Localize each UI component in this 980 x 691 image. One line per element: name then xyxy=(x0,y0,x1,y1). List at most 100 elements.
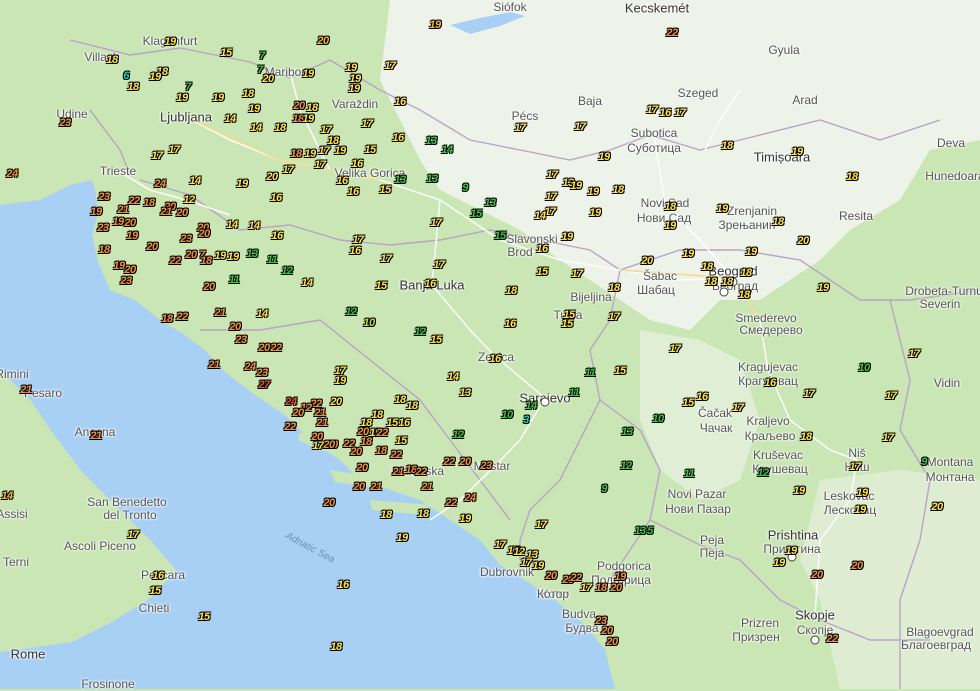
temperature-marker[interactable]: 20 xyxy=(851,560,863,572)
temperature-marker[interactable]: 14 xyxy=(525,400,537,412)
temperature-marker[interactable]: 18 xyxy=(612,184,624,196)
temperature-marker[interactable]: 17 xyxy=(384,60,396,72)
temperature-marker[interactable]: 17 xyxy=(127,529,139,541)
temperature-marker[interactable]: 15 xyxy=(379,184,391,196)
temperature-marker[interactable]: 17 xyxy=(574,121,586,133)
temperature-marker[interactable]: 18 xyxy=(772,216,784,228)
temperature-marker[interactable]: 17 xyxy=(312,440,324,452)
temperature-marker[interactable]: 17 xyxy=(535,519,547,531)
temperature-marker[interactable]: 19 xyxy=(164,36,176,48)
temperature-marker[interactable]: 12 xyxy=(452,429,464,441)
temperature-marker[interactable]: 19 xyxy=(113,260,125,272)
temperature-marker[interactable]: 16 xyxy=(489,353,501,365)
temperature-marker[interactable]: 21 xyxy=(316,417,328,429)
temperature-marker[interactable]: 20 xyxy=(124,217,136,229)
temperature-marker[interactable]: 21 xyxy=(208,359,220,371)
temperature-marker[interactable]: 20 xyxy=(293,100,305,112)
temperature-marker[interactable]: 14 xyxy=(226,219,238,231)
temperature-marker[interactable]: 15 xyxy=(561,318,573,330)
temperature-marker[interactable]: 20 xyxy=(459,456,471,468)
temperature-marker[interactable]: 23 xyxy=(480,460,492,472)
temperature-marker[interactable]: 12 xyxy=(183,194,195,206)
temperature-marker[interactable]: 18 xyxy=(330,641,342,653)
temperature-marker[interactable]: 17 xyxy=(908,348,920,360)
temperature-marker[interactable]: 20 xyxy=(606,636,618,648)
temperature-marker[interactable]: 12 xyxy=(757,467,769,479)
temperature-marker[interactable]: 15 xyxy=(430,334,442,346)
temperature-marker[interactable]: 18 xyxy=(290,148,302,160)
temperature-marker[interactable]: 19 xyxy=(791,146,803,158)
temperature-marker[interactable]: 18 xyxy=(143,197,155,209)
temperature-marker[interactable]: 18 xyxy=(738,289,750,301)
temperature-marker[interactable]: 20 xyxy=(641,255,653,267)
temperature-marker[interactable]: 13 xyxy=(484,197,496,209)
temperature-marker[interactable]: 19 xyxy=(149,71,161,83)
temperature-marker[interactable]: 18 xyxy=(380,509,392,521)
temperature-marker[interactable]: 17 xyxy=(520,557,532,569)
temperature-marker[interactable]: 18 xyxy=(595,582,607,594)
temperature-marker[interactable]: 9 xyxy=(462,182,468,194)
temperature-marker[interactable]: 22 xyxy=(284,421,296,433)
temperature-marker[interactable]: 14 xyxy=(441,144,453,156)
temperature-marker[interactable]: 19 xyxy=(716,203,728,215)
temperature-marker[interactable]: 23 xyxy=(98,191,110,203)
temperature-marker[interactable]: 24 xyxy=(6,168,18,180)
temperature-marker[interactable]: 18 xyxy=(242,88,254,100)
temperature-marker[interactable]: 19 xyxy=(856,487,868,499)
temperature-marker[interactable]: 19 xyxy=(459,513,471,525)
temperature-marker[interactable]: 16 xyxy=(351,158,363,170)
temperature-marker[interactable]: 17 xyxy=(882,432,894,444)
temperature-marker[interactable]: 22 xyxy=(270,342,282,354)
temperature-marker[interactable]: 17 xyxy=(151,150,163,162)
temperature-marker[interactable]: 23 xyxy=(120,275,132,287)
temperature-marker[interactable]: 13 xyxy=(426,173,438,185)
temperature-marker[interactable]: 18 xyxy=(375,445,387,457)
temperature-marker[interactable]: 14 xyxy=(534,210,546,222)
temperature-marker[interactable]: 14 xyxy=(250,122,262,134)
temperature-marker[interactable]: 19 xyxy=(587,186,599,198)
temperature-marker[interactable]: 18 xyxy=(127,81,139,93)
temperature-marker[interactable]: 24 xyxy=(464,492,476,504)
temperature-marker[interactable]: 21 xyxy=(370,481,382,493)
temperature-marker[interactable]: 19 xyxy=(561,231,573,243)
temperature-marker[interactable]: 20 xyxy=(229,321,241,333)
temperature-marker[interactable]: 19 xyxy=(785,545,797,557)
temperature-marker[interactable]: 14 xyxy=(1,490,13,502)
temperature-marker[interactable]: 11 xyxy=(267,254,278,266)
temperature-marker[interactable]: 17 xyxy=(361,118,373,130)
temperature-marker[interactable]: 15 xyxy=(682,397,694,409)
temperature-marker[interactable]: 18 xyxy=(721,276,733,288)
temperature-marker[interactable]: 15 xyxy=(536,266,548,278)
temperature-marker[interactable]: 20 xyxy=(258,342,270,354)
temperature-marker[interactable]: 17 xyxy=(546,169,558,181)
temperature-marker[interactable]: 20 xyxy=(176,207,188,219)
temperature-marker[interactable]: 19 xyxy=(302,113,314,125)
temperature-marker[interactable]: 13 xyxy=(634,525,646,537)
temperature-marker[interactable]: 20 xyxy=(323,439,335,451)
temperature-marker[interactable]: 19 xyxy=(90,206,102,218)
temperature-marker[interactable]: 10 xyxy=(858,362,870,374)
temperature-marker[interactable]: 20 xyxy=(353,481,365,493)
temperature-marker[interactable]: 12 xyxy=(281,265,293,277)
temperature-marker[interactable]: 18 xyxy=(721,140,733,152)
temperature-marker[interactable]: 19 xyxy=(570,180,582,192)
temperature-marker[interactable]: 15 xyxy=(364,144,376,156)
temperature-marker[interactable]: 14 xyxy=(256,308,268,320)
temperature-marker[interactable]: 17 xyxy=(849,461,861,473)
temperature-marker[interactable]: 22 xyxy=(666,27,678,39)
temperature-marker[interactable]: 19 xyxy=(214,250,226,262)
temperature-marker[interactable]: 17 xyxy=(514,122,526,134)
temperature-marker[interactable]: 22 xyxy=(445,497,457,509)
temperature-marker[interactable]: 19 xyxy=(248,103,260,115)
temperature-marker[interactable]: 15 xyxy=(220,47,232,59)
temperature-marker[interactable]: 19 xyxy=(817,282,829,294)
temperature-marker[interactable]: 23 xyxy=(59,117,71,129)
temperature-marker[interactable]: 14 xyxy=(301,277,313,289)
temperature-marker[interactable]: 22 xyxy=(376,427,388,439)
temperature-marker[interactable]: 24 xyxy=(154,178,166,190)
temperature-marker[interactable]: 23 xyxy=(256,367,268,379)
temperature-marker[interactable]: 18 xyxy=(200,255,212,267)
temperature-marker[interactable]: 27 xyxy=(258,379,270,391)
temperature-marker[interactable]: 19 xyxy=(334,145,346,157)
temperature-marker[interactable]: 22 xyxy=(128,195,140,207)
